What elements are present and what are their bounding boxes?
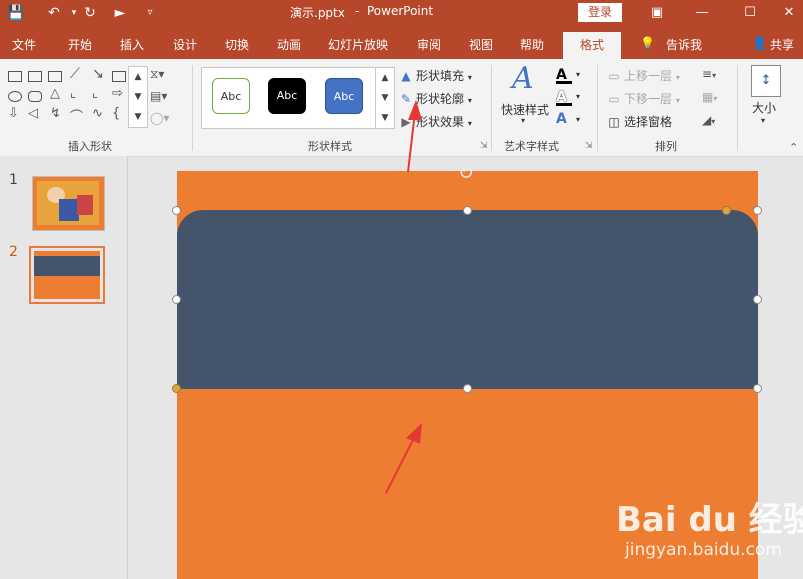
arrow-to-shape	[385, 423, 422, 494]
baidu-watermark-logo: Bai du 经验	[616, 500, 803, 540]
arrow-to-shape-outline	[407, 100, 422, 173]
baidu-watermark-url: jingyan.baidu.com	[625, 540, 782, 560]
